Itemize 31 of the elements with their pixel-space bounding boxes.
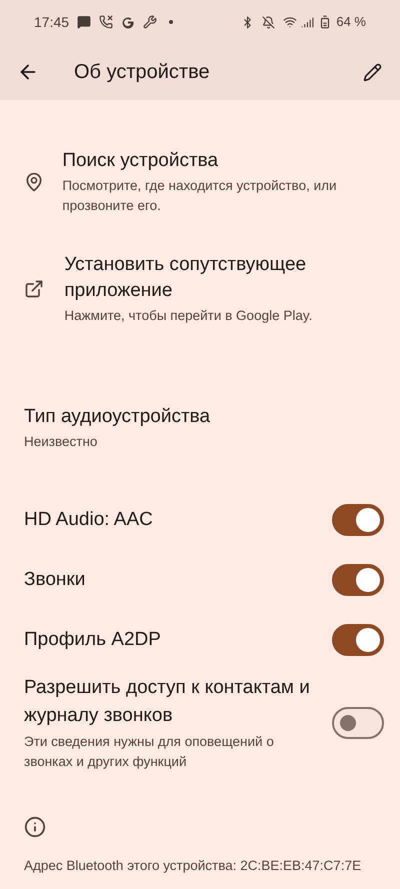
muted-bell-icon (262, 16, 276, 28)
toggle-switch[interactable] (332, 564, 384, 596)
item-title: Установить сопутствующее приложение (64, 253, 308, 303)
screen-title: Об устройстве (74, 60, 211, 85)
signal-icon (301, 16, 314, 28)
toggle-label: HD Audio: AAC (24, 508, 154, 532)
item-subtitle: Неизвестно (24, 433, 98, 451)
status-time: 17:45 (34, 12, 70, 32)
action-item[interactable]: Поиск устройства Посмотрите, где находится устройство, или прозвоните его. (0, 140, 400, 224)
message-icon (77, 15, 92, 29)
external-link-icon (24, 279, 44, 299)
missed-call-icon (99, 15, 114, 29)
location-pin-icon (24, 172, 44, 192)
toggle-label: Профиль A2DP (24, 628, 162, 652)
toggle-description: Эти сведения нужны для оповещений о звонках и других функций (24, 733, 275, 771)
wifi-icon (283, 15, 298, 29)
info-icon (24, 816, 46, 838)
toggle-switch[interactable] (332, 624, 384, 656)
toggle-label: Звонки (24, 568, 86, 592)
item-title: Поиск устройства (62, 149, 220, 173)
action-item[interactable]: Установить сопутствующее приложение Нажмите, чтобы перейти в Google Play. (0, 244, 400, 334)
toggle-switch[interactable] (332, 707, 384, 739)
item-subtitle: Посмотрите, где находится устройство, или прозвоните его. (62, 177, 338, 215)
g-logo-icon (121, 15, 136, 29)
bluetooth-address: Адрес Bluetooth этого устройства: 2C:BE:EB:47:C7:7E (23, 857, 362, 875)
item-title: Тип аудиоустройства (24, 405, 212, 429)
item-subtitle: Нажмите, чтобы перейти в Google Play. (64, 307, 314, 325)
toggle-label: Разрешить доступ к контактам и журналу звонков (24, 676, 311, 728)
toggle-switch[interactable] (332, 504, 384, 536)
wrench-icon (143, 15, 158, 29)
battery-percent: 64 % (336, 13, 366, 32)
